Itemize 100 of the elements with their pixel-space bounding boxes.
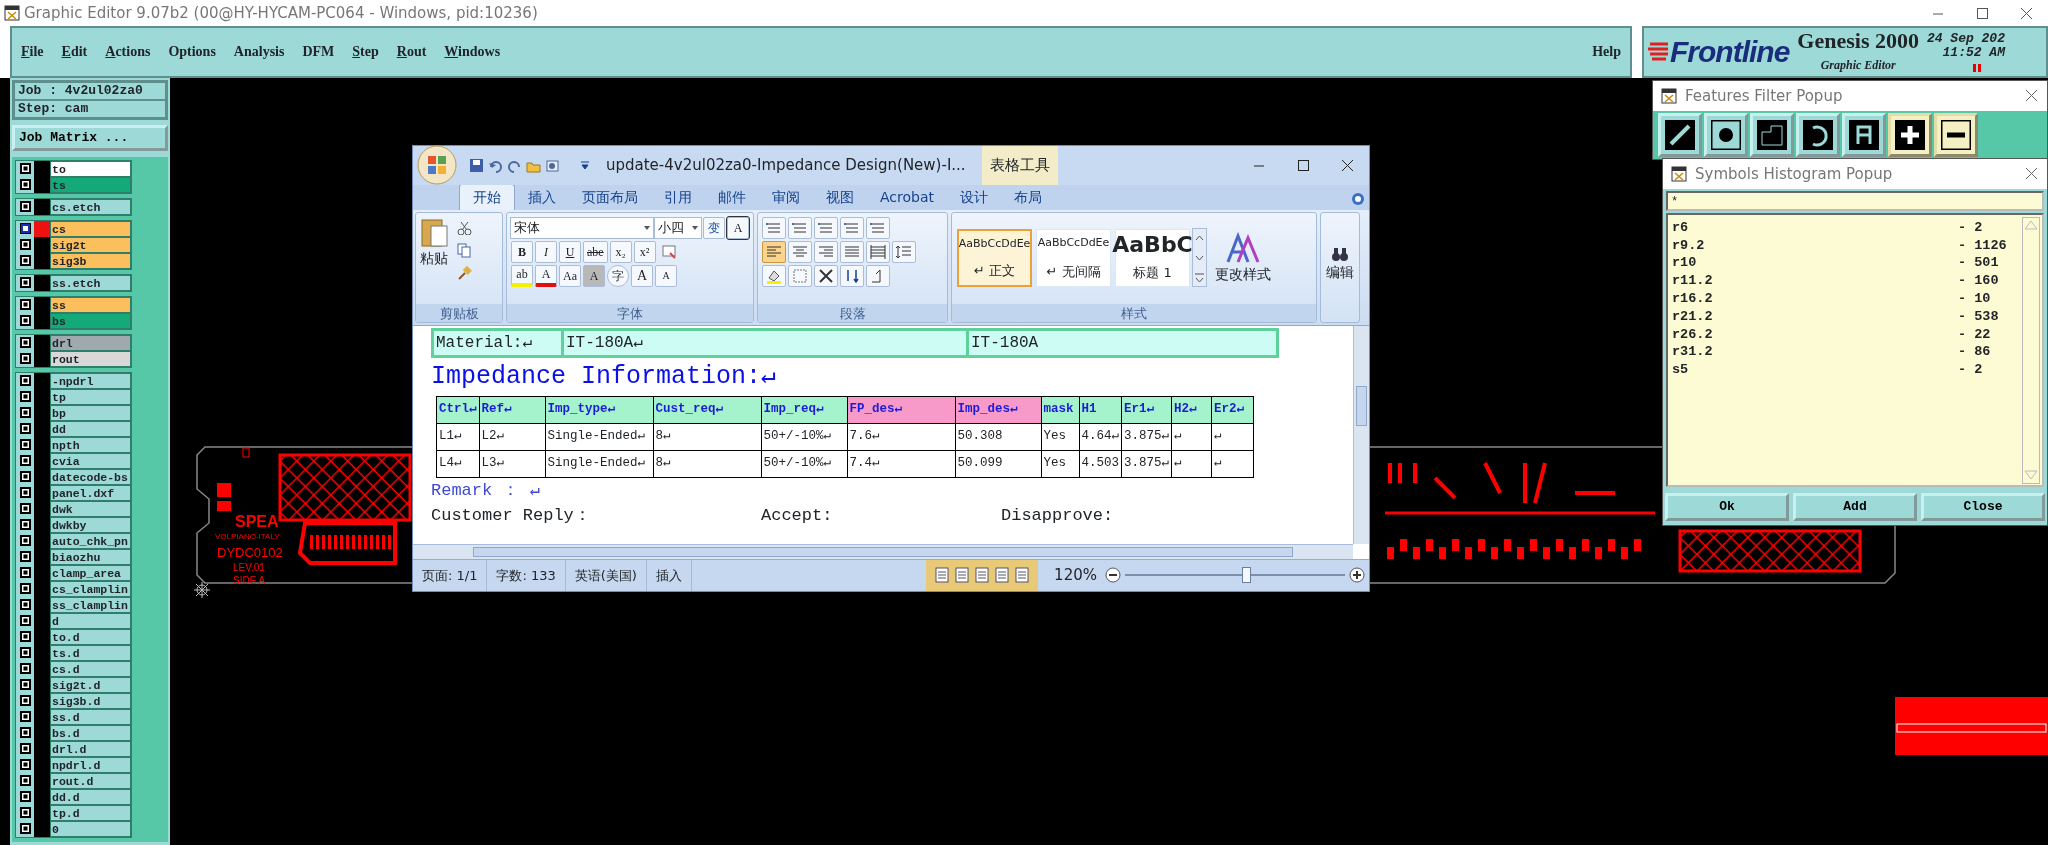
font-tool-button[interactable]: A xyxy=(535,264,557,287)
format-button[interactable]: abe xyxy=(583,240,608,263)
menu-item[interactable]: Analysis xyxy=(224,41,294,63)
font-tool-button[interactable]: A xyxy=(583,264,605,287)
document-title: update-4v2ul02za0-Impedance Design(New)-I... xyxy=(606,155,966,177)
style-option[interactable]: AaBbCcDdEe ↵ 无间隔 xyxy=(1036,229,1111,288)
popup-button[interactable]: Add xyxy=(1793,492,1917,521)
table-cell: ↵ xyxy=(1211,450,1254,478)
symbol-count: - 22 xyxy=(1958,325,1992,344)
table-cell: 4.64↵ xyxy=(1079,423,1122,451)
column-header: H2↵ xyxy=(1171,396,1212,424)
table-cell: 3.875↵ xyxy=(1121,450,1172,478)
symbol-name[interactable]: r11.2 xyxy=(1672,272,1713,290)
layer-name[interactable]: to xyxy=(50,160,131,177)
paste-button[interactable]: 粘贴 xyxy=(419,215,449,301)
symbol-count: - 86 xyxy=(1958,343,1992,362)
layer-name[interactable]: cs.etch xyxy=(50,198,131,215)
symbol-name[interactable]: r16.2 xyxy=(1672,290,1713,308)
change-styles-button[interactable]: 更改样式 xyxy=(1215,231,1271,285)
symbol-name[interactable]: r9.2 xyxy=(1672,236,1705,255)
layer-name[interactable]: ss.etch xyxy=(50,274,131,291)
layer-name[interactable]: drl xyxy=(50,334,131,351)
format-button[interactable]: I xyxy=(535,240,557,263)
menu-item[interactable]: Windows xyxy=(435,41,510,63)
style-option[interactable]: AaBbCcDdEe ↵ 正文 xyxy=(957,229,1032,288)
column-header: Imp_req↵ xyxy=(761,396,848,424)
ribbon-tab[interactable]: 视图 xyxy=(813,184,867,210)
table-cell: 3.875↵ xyxy=(1121,423,1172,451)
symbol-name[interactable]: r10 xyxy=(1672,254,1697,273)
table-cell: 4.503 xyxy=(1079,450,1122,478)
brand-logo: Frontline xyxy=(1670,34,1790,71)
column-header: Ctrl↵ xyxy=(436,396,480,424)
font-tool-button[interactable]: 字 xyxy=(607,264,629,287)
popup-button[interactable]: Close xyxy=(1921,492,2045,521)
symbol-count: - 1126 xyxy=(1958,236,2008,255)
menu-item[interactable]: DFM xyxy=(293,41,344,63)
menu-item[interactable]: Options xyxy=(159,41,225,63)
phonetic-guide-button[interactable]: 变 xyxy=(703,216,725,239)
time-text: 11:52 AM xyxy=(1942,45,2005,61)
symbol-name[interactable]: r31.2 xyxy=(1672,343,1713,362)
form-label: Accept: xyxy=(761,504,834,527)
font-size-field[interactable]: 小四 xyxy=(653,216,702,239)
status-text: 插入 xyxy=(655,566,682,585)
table-cell: L4↵ xyxy=(436,450,480,478)
format-button[interactable]: x² xyxy=(633,240,656,263)
group-label: 字体 xyxy=(617,304,643,322)
column-header: FP_des↵ xyxy=(847,396,956,424)
ribbon-tab[interactable]: 引用 xyxy=(651,184,705,210)
date-text: 24 Sep 202 xyxy=(1926,31,2005,46)
table-cell: Yes xyxy=(1041,450,1080,478)
board-label: LEV.01 xyxy=(233,561,265,573)
layer-name[interactable]: cs xyxy=(50,220,131,237)
table-cell: ↵ xyxy=(1211,423,1254,451)
ribbon-tab[interactable]: 插入 xyxy=(515,184,569,210)
job-matrix-button[interactable]: Job Matrix ... xyxy=(12,124,168,151)
format-button[interactable]: x₂ xyxy=(609,240,632,263)
format-button[interactable]: B xyxy=(511,240,533,263)
board-label: SIDE A xyxy=(233,574,266,586)
menu-item[interactable]: Rout xyxy=(387,41,436,63)
ribbon-tab[interactable]: 页面布局 xyxy=(569,184,651,210)
table-cell: 50.308 xyxy=(955,423,1042,451)
symbol-name[interactable]: r6 xyxy=(1672,218,1689,237)
ribbon-tab[interactable]: 设计 xyxy=(947,184,1001,210)
font-tool-button[interactable]: A xyxy=(655,264,677,287)
ribbon-tab[interactable]: 邮件 xyxy=(705,184,759,210)
board-label: SPEA xyxy=(235,512,279,530)
format-button[interactable]: U xyxy=(559,240,581,263)
menu-item[interactable]: Step xyxy=(343,41,388,63)
remark-label: Remark ： ↵ xyxy=(431,479,541,502)
layer-name[interactable]: ss xyxy=(50,296,131,313)
table-cell: IT-180A xyxy=(967,329,1278,357)
font-tool-button[interactable]: ab xyxy=(511,264,533,287)
font-tool-button[interactable]: A xyxy=(631,264,653,287)
character-border-button[interactable]: A xyxy=(727,216,749,239)
symbol-name[interactable]: s5 xyxy=(1672,361,1689,379)
ribbon-tab[interactable]: Acrobat xyxy=(867,184,947,210)
ribbon-tab[interactable]: 开始 xyxy=(459,183,515,210)
symbol-count: - 160 xyxy=(1958,272,2000,290)
form-label: Disapprove: xyxy=(1001,504,1115,527)
column-header: mask xyxy=(1041,396,1080,424)
ribbon-tab[interactable]: 审阅 xyxy=(759,184,813,210)
menu-item[interactable]: Edit xyxy=(52,41,97,63)
column-header: Er2↵ xyxy=(1211,396,1254,424)
menu-item[interactable]: File xyxy=(12,41,53,63)
table-cell: 50+/-10%↵ xyxy=(761,450,848,478)
font-tool-button[interactable]: Aa xyxy=(559,264,581,287)
symbol-name[interactable]: r21.2 xyxy=(1672,307,1713,326)
font-name-field[interactable]: 宋体 xyxy=(510,216,654,239)
column-header: Ref↵ xyxy=(479,396,546,424)
popup-button[interactable]: Ok xyxy=(1665,492,1789,521)
symbol-count: - 10 xyxy=(1958,290,1992,308)
layer-name[interactable]: -npdrl xyxy=(50,372,131,389)
window-title: Graphic Editor 9.07b2 (00@HY-HYCAM-PC064 - Windows, pid:10236) xyxy=(24,2,539,24)
menu-item[interactable]: Actions xyxy=(96,41,160,63)
status-text: 英语(美国) xyxy=(574,566,637,585)
help-menu[interactable]: Help xyxy=(1583,41,1630,63)
ribbon-tab[interactable]: 布局 xyxy=(1001,184,1055,210)
filter-field[interactable]: * xyxy=(1666,190,2044,211)
symbol-name[interactable]: r26.2 xyxy=(1672,325,1713,344)
column-header: Imp_des↵ xyxy=(955,396,1042,424)
